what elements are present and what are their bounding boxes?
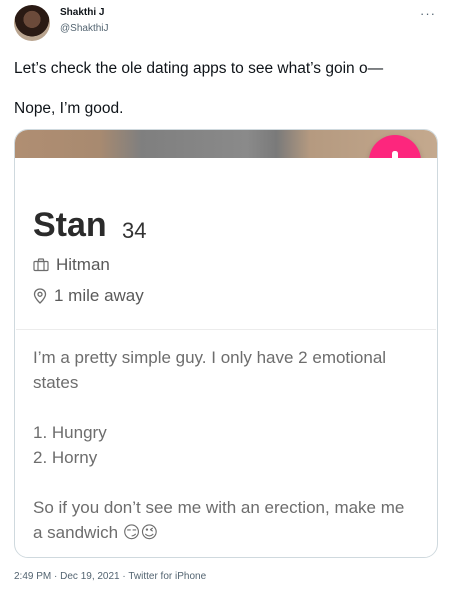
job-row: Hitman [33,255,110,275]
location-pin-icon [33,288,47,304]
tweet-timestamp[interactable]: 2:49 PM · Dec 19, 2021 · Twitter for iPh… [14,571,206,582]
profile-details: Stan 34 Hitman 1 mile away I’m a pretty … [16,158,436,557]
bio-list-item-2: 2. Horny [33,448,98,467]
tweet-text-line-2: Nope, I’m good. [14,100,124,117]
user-handle[interactable]: @ShakthiJ [60,23,109,34]
tweet-text-line-1: Let’s check the ole dating apps to see w… [14,60,384,77]
dating-profile-card[interactable]: Stan 34 Hitman 1 mile away I’m a pretty … [14,129,438,558]
bio-paragraph-3: So if you don’t see me with an erection,… [33,498,405,542]
briefcase-icon [33,258,49,272]
profile-name: Stan [33,206,107,244]
bio-list-item-1: 1. Hungry [33,423,107,442]
job-label: Hitman [56,255,110,274]
distance-label: 1 mile away [54,286,144,305]
bio-paragraph-1: I’m a pretty simple guy. I only have 2 e… [33,348,387,392]
profile-bio: I’m a pretty simple guy. I only have 2 e… [33,345,418,545]
distance-row: 1 mile away [33,286,144,306]
profile-age: 34 [122,218,147,243]
divider [16,329,436,330]
user-name[interactable]: Shakthi J [60,7,104,18]
avatar[interactable] [14,5,50,41]
more-icon[interactable]: ··· [420,6,436,21]
